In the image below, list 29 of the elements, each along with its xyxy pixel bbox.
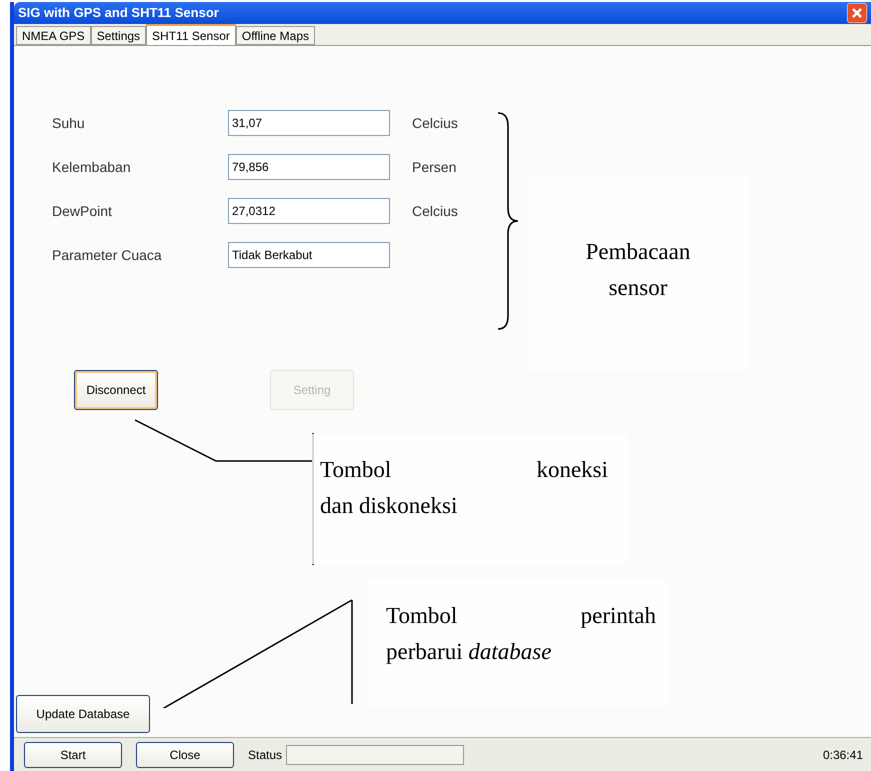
annotation-text: Pembacaan bbox=[584, 238, 692, 266]
unit-label: Persen bbox=[412, 158, 456, 176]
annotation-text: sensor bbox=[608, 274, 668, 302]
close-icon[interactable] bbox=[847, 3, 867, 23]
value-field[interactable]: 31,07 bbox=[228, 110, 390, 136]
status-label: Status bbox=[248, 746, 282, 764]
field-label: Parameter Cuaca bbox=[52, 246, 163, 264]
disconnect-button[interactable]: Disconnect bbox=[74, 370, 158, 410]
value-field[interactable]: 79,856 bbox=[228, 154, 390, 180]
unit-label: Celcius bbox=[412, 114, 458, 132]
clock: 0:36:41 bbox=[822, 746, 863, 764]
value-field[interactable]: Tidak Berkabut bbox=[228, 242, 390, 268]
field-label: Kelembaban bbox=[52, 158, 132, 176]
unit-label: Celcius bbox=[412, 202, 458, 220]
tab[interactable]: Offline Maps bbox=[236, 26, 316, 45]
field-label: DewPoint bbox=[52, 202, 113, 220]
value-field[interactable]: 27,0312 bbox=[228, 198, 390, 224]
window-title: SIG with GPS and SHT11 Sensor bbox=[18, 4, 219, 22]
annotation-text: perbarui database bbox=[386, 638, 552, 666]
annotation-text: Tombol koneksi bbox=[320, 456, 608, 484]
close-button[interactable]: Close bbox=[136, 742, 234, 768]
tab[interactable]: NMEA GPS bbox=[16, 26, 91, 45]
start-button[interactable]: Start bbox=[24, 742, 122, 768]
field-label: Suhu bbox=[52, 114, 86, 132]
tab[interactable]: SHT11 Sensor bbox=[146, 24, 236, 46]
tab[interactable]: Settings bbox=[90, 26, 146, 45]
annotation-text: Tombol perintah bbox=[386, 602, 656, 630]
update-database-button[interactable]: Update Database bbox=[16, 695, 150, 733]
annotation-text: dan diskoneksi bbox=[320, 492, 458, 520]
